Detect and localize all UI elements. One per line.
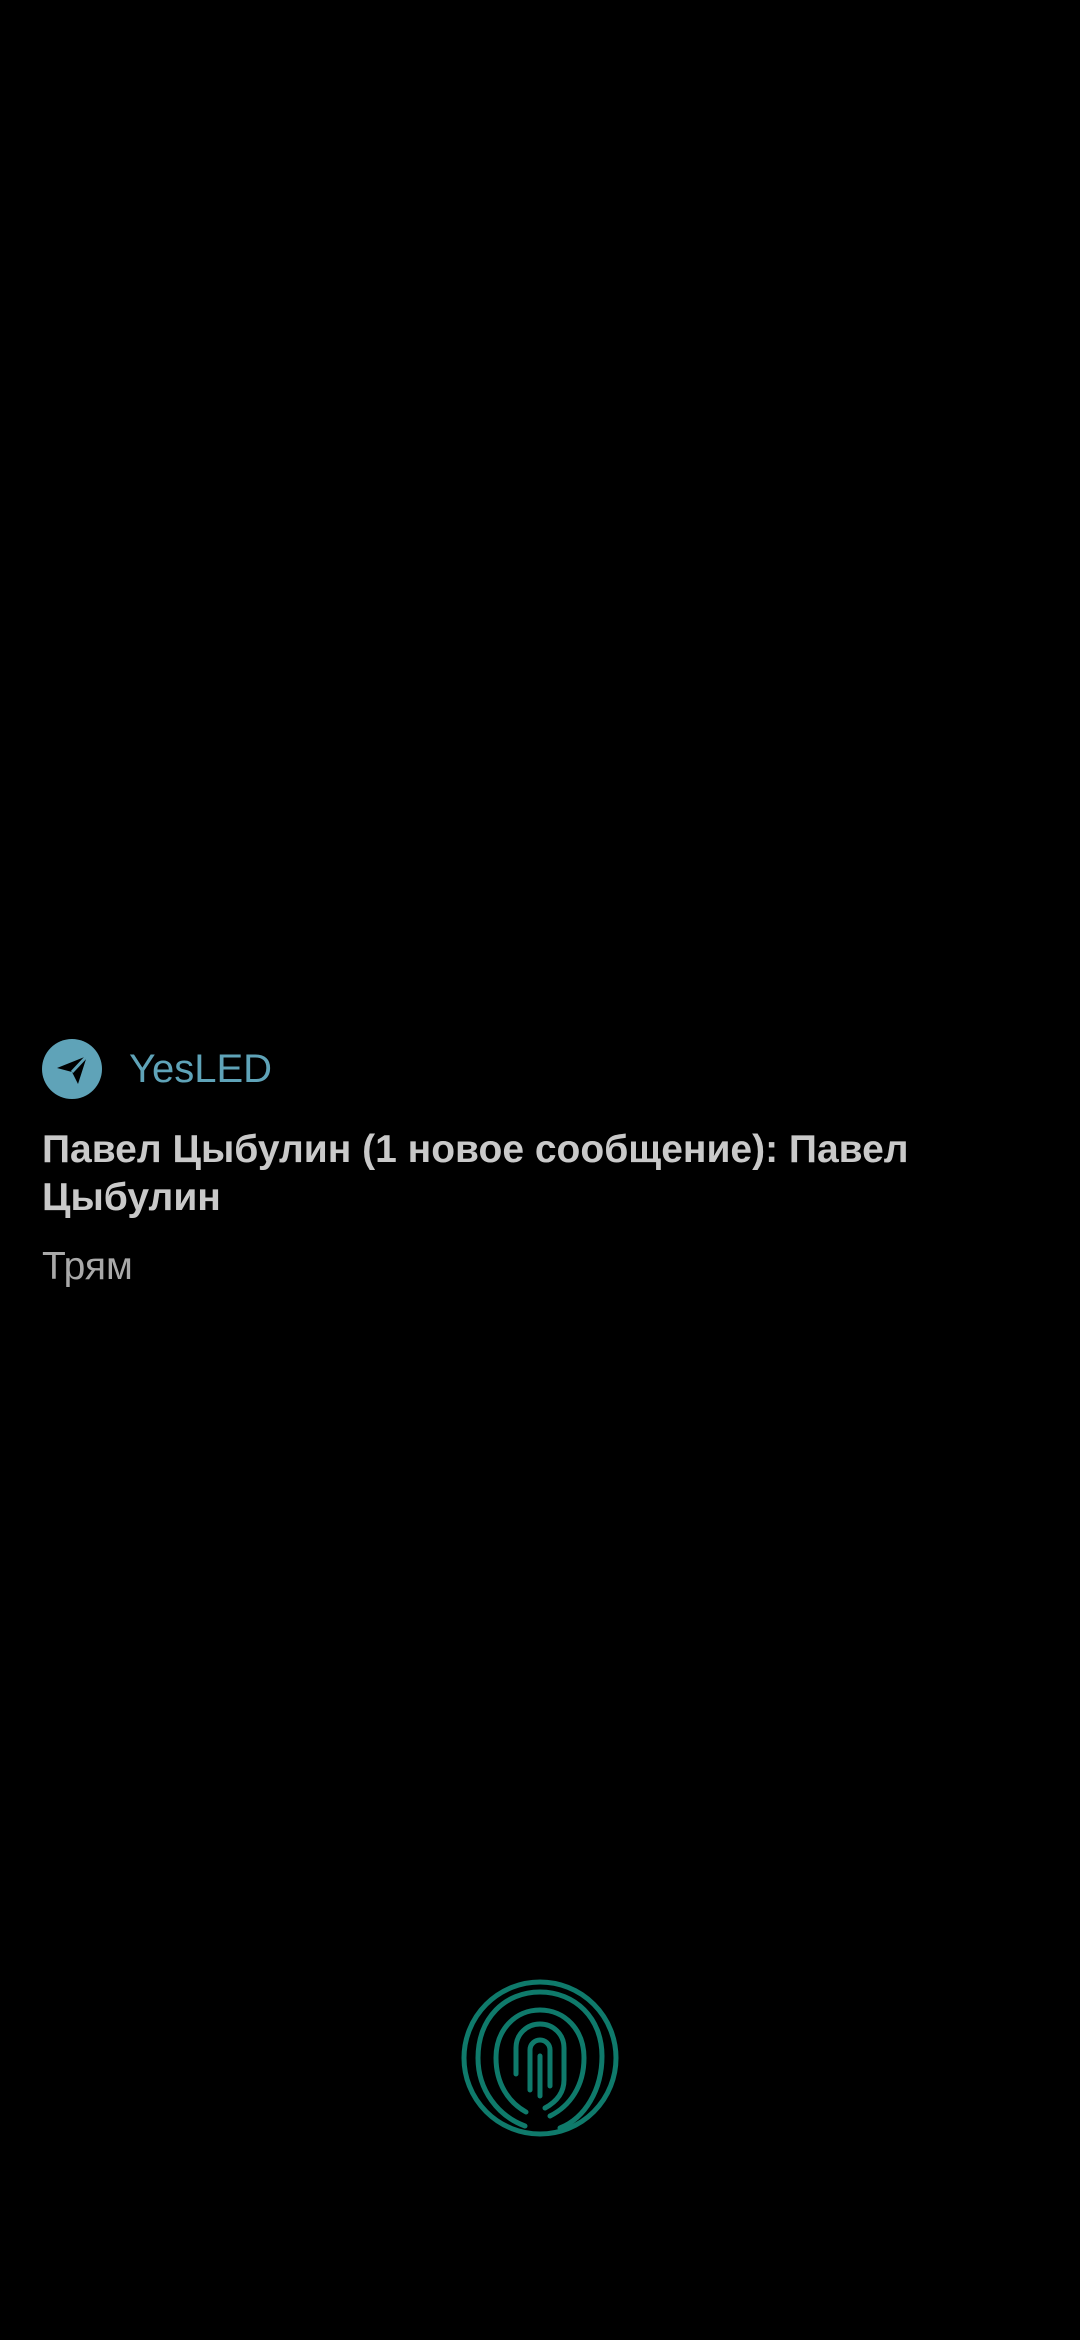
lock-screen: YesLED Павел Цыбулин (1 новое сообщение)… [0,0,1080,2340]
notification-title: Павел Цыбулин (1 новое сообщение): Павел… [42,1128,909,1219]
fingerprint-icon [460,1978,620,2138]
fingerprint-sensor[interactable] [460,1978,620,2138]
notification-card[interactable]: YesLED Павел Цыбулин (1 новое сообщение)… [42,1036,1022,1290]
notification-text: Трям [42,1245,133,1288]
telegram-send-icon [42,1039,102,1099]
notification-header: YesLED [42,1036,1022,1102]
app-name: YesLED [129,1047,273,1091]
